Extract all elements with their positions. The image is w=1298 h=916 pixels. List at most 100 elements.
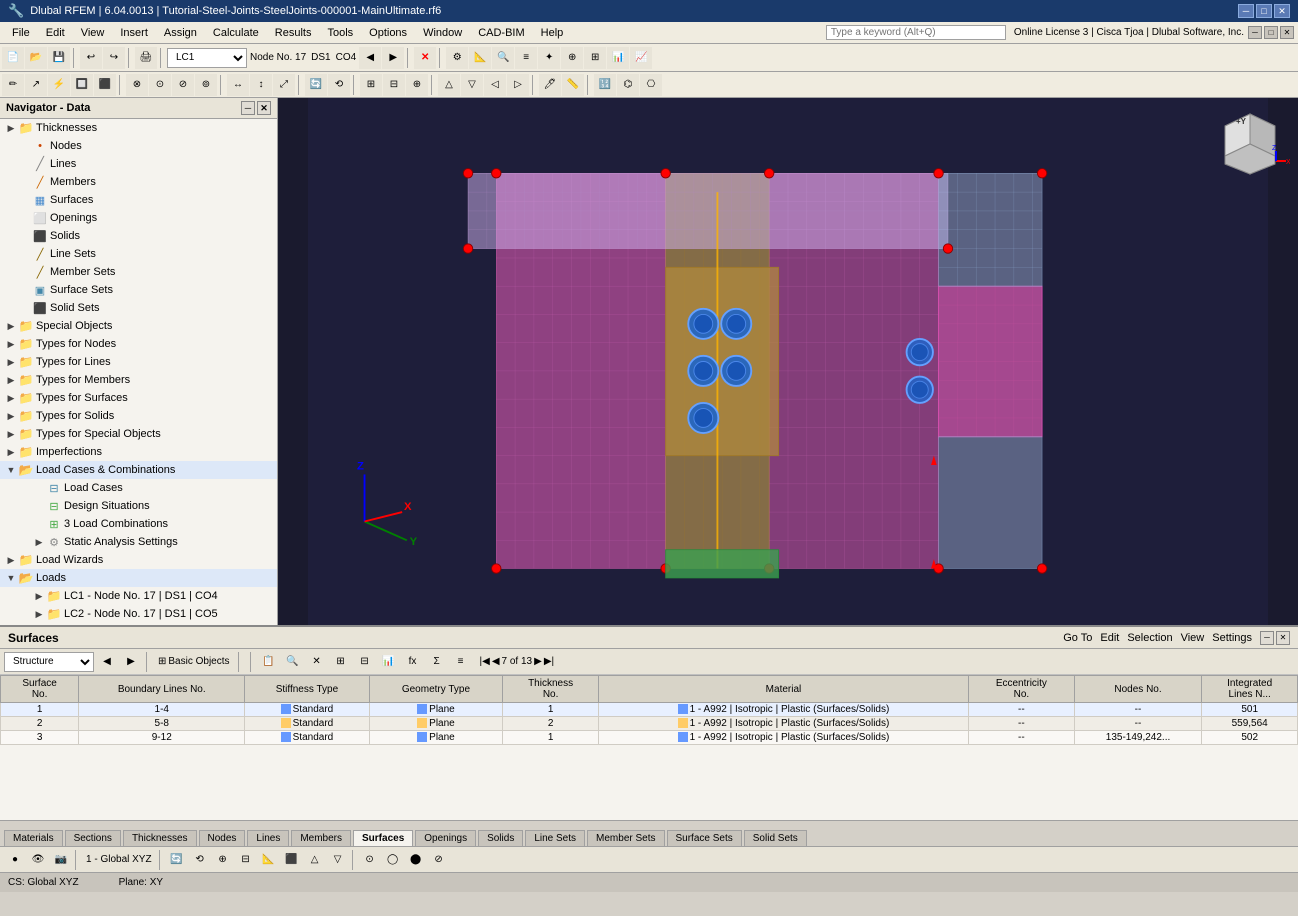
bt-icon2[interactable]: 👁 bbox=[27, 849, 49, 871]
nav-close[interactable]: ✕ bbox=[257, 101, 271, 115]
maximize-button[interactable]: □ bbox=[1256, 4, 1272, 18]
page-prev-btn[interactable]: ◀ bbox=[492, 656, 500, 667]
structure-dropdown[interactable]: Structure bbox=[4, 652, 94, 672]
tb2-btn23[interactable]: 📏 bbox=[562, 74, 584, 96]
tb-btn3[interactable]: 🔍 bbox=[492, 47, 514, 69]
tab-surfaces[interactable]: Surfaces bbox=[353, 830, 413, 846]
table-btn9[interactable]: ≡ bbox=[450, 651, 472, 673]
tree-item-types-solids[interactable]: ▶ 📁 Types for Solids bbox=[0, 407, 277, 425]
bt-btn12[interactable]: ⊘ bbox=[428, 849, 450, 871]
menubar-results[interactable]: Results bbox=[267, 25, 320, 41]
page-next-btn[interactable]: ▶ bbox=[534, 656, 542, 667]
tree-item-nodes[interactable]: • Nodes bbox=[0, 137, 277, 155]
table-btn3[interactable]: ✕ bbox=[306, 651, 328, 673]
page-first-btn[interactable]: |◀ bbox=[480, 656, 490, 667]
tb2-btn3[interactable]: ⚡ bbox=[48, 74, 70, 96]
tab-line-sets[interactable]: Line Sets bbox=[525, 830, 585, 846]
tb2-btn6[interactable]: ⊗ bbox=[126, 74, 148, 96]
tb-btn9[interactable]: 📈 bbox=[630, 47, 652, 69]
tab-solids[interactable]: Solids bbox=[478, 830, 523, 846]
menubar-options[interactable]: Options bbox=[361, 25, 415, 41]
tree-item-lc2[interactable]: ▶ 📁 LC2 - Node No. 17 | DS1 | CO5 bbox=[0, 605, 277, 623]
tab-openings[interactable]: Openings bbox=[415, 830, 476, 846]
tb2-btn2[interactable]: ↗ bbox=[25, 74, 47, 96]
close-button[interactable]: ✕ bbox=[1274, 4, 1290, 18]
tab-solid-sets[interactable]: Solid Sets bbox=[744, 830, 807, 846]
next-btn[interactable]: ▶ bbox=[120, 651, 142, 673]
cube-navigator[interactable]: +Y X Z bbox=[1210, 106, 1290, 186]
menubar-view[interactable]: View bbox=[73, 25, 113, 41]
tb-btn4[interactable]: ≡ bbox=[515, 47, 537, 69]
tb-btn8[interactable]: 📊 bbox=[607, 47, 629, 69]
tree-item-surface-sets[interactable]: ▣ Surface Sets bbox=[0, 281, 277, 299]
table-btn4[interactable]: ⊞ bbox=[330, 651, 352, 673]
tree-item-members[interactable]: ╱ Members bbox=[0, 173, 277, 191]
bt-btn2[interactable]: ⟲ bbox=[189, 849, 211, 871]
tab-nodes[interactable]: Nodes bbox=[199, 830, 246, 846]
surfaces-view[interactable]: View bbox=[1181, 632, 1205, 644]
tb-open[interactable]: 📂 bbox=[25, 47, 47, 69]
tb-btn1[interactable]: ⚙ bbox=[446, 47, 468, 69]
window-sub-close[interactable]: ✕ bbox=[1280, 26, 1294, 39]
tree-item-types-nodes[interactable]: ▶ 📁 Types for Nodes bbox=[0, 335, 277, 353]
tree-item-load-cases-combo[interactable]: ▼ 📂 Load Cases & Combinations bbox=[0, 461, 277, 479]
bt-btn7[interactable]: △ bbox=[304, 849, 326, 871]
tree-item-types-members[interactable]: ▶ 📁 Types for Members bbox=[0, 371, 277, 389]
tb-undo[interactable]: ↩ bbox=[80, 47, 102, 69]
tree-item-thicknesses[interactable]: ▶ 📁 Thicknesses bbox=[0, 119, 277, 137]
tree-item-loads[interactable]: ▼ 📂 Loads bbox=[0, 569, 277, 587]
table-btn6[interactable]: 📊 bbox=[378, 651, 400, 673]
table-btn2[interactable]: 🔍 bbox=[282, 651, 304, 673]
tb2-btn4[interactable]: 🔲 bbox=[71, 74, 93, 96]
tree-item-lines[interactable]: ╱ Lines bbox=[0, 155, 277, 173]
panel-minimize[interactable]: ─ bbox=[1260, 631, 1274, 645]
viewport-3d[interactable]: Z Y X +Y bbox=[278, 98, 1298, 625]
bt-btn4[interactable]: ⊟ bbox=[235, 849, 257, 871]
surfaces-edit[interactable]: Edit bbox=[1100, 632, 1119, 644]
tb-btn2[interactable]: 📐 bbox=[469, 47, 491, 69]
table-btn1[interactable]: 📋 bbox=[258, 651, 280, 673]
tb2-btn5[interactable]: ⬛ bbox=[94, 74, 116, 96]
bt-btn10[interactable]: ◯ bbox=[382, 849, 404, 871]
page-last-btn[interactable]: ▶| bbox=[544, 656, 554, 667]
window-sub-min[interactable]: ─ bbox=[1248, 26, 1262, 39]
bt-btn6[interactable]: ⬛ bbox=[281, 849, 303, 871]
tb-btn6[interactable]: ⊕ bbox=[561, 47, 583, 69]
tb2-btn7[interactable]: ⊙ bbox=[149, 74, 171, 96]
bt-btn9[interactable]: ⊙ bbox=[359, 849, 381, 871]
tb2-btn25[interactable]: ⌬ bbox=[617, 74, 639, 96]
tb2-btn12[interactable]: ⤢ bbox=[273, 74, 295, 96]
bt-btn8[interactable]: ▽ bbox=[327, 849, 349, 871]
tab-lines[interactable]: Lines bbox=[247, 830, 289, 846]
window-sub-max[interactable]: □ bbox=[1264, 26, 1278, 39]
tree-item-member-sets[interactable]: ╱ Member Sets bbox=[0, 263, 277, 281]
surfaces-settings[interactable]: Settings bbox=[1212, 632, 1252, 644]
table-btn7[interactable]: fx bbox=[402, 651, 424, 673]
menubar-window[interactable]: Window bbox=[415, 25, 470, 41]
tab-materials[interactable]: Materials bbox=[4, 830, 63, 846]
prev-btn[interactable]: ◀ bbox=[96, 651, 118, 673]
menubar-tools[interactable]: Tools bbox=[319, 25, 361, 41]
bt-btn11[interactable]: ⬤ bbox=[405, 849, 427, 871]
tb-print[interactable]: 🖨 bbox=[135, 47, 157, 69]
menubar-file[interactable]: File bbox=[4, 25, 38, 41]
tab-member-sets[interactable]: Member Sets bbox=[587, 830, 664, 846]
tb2-btn14[interactable]: ⟲ bbox=[328, 74, 350, 96]
panel-close[interactable]: ✕ bbox=[1276, 631, 1290, 645]
surfaces-selection[interactable]: Selection bbox=[1127, 632, 1172, 644]
tb2-btn26[interactable]: ⎔ bbox=[640, 74, 662, 96]
table-btn8[interactable]: Σ bbox=[426, 651, 448, 673]
tree-item-surfaces[interactable]: ▦ Surfaces bbox=[0, 191, 277, 209]
tb2-btn8[interactable]: ⊘ bbox=[172, 74, 194, 96]
tree-item-load-cases[interactable]: ⊟ Load Cases bbox=[0, 479, 277, 497]
tb2-btn19[interactable]: ▽ bbox=[461, 74, 483, 96]
search-input[interactable] bbox=[826, 25, 1006, 40]
tb2-btn10[interactable]: ↔ bbox=[227, 74, 249, 96]
bt-btn3[interactable]: ⊕ bbox=[212, 849, 234, 871]
tree-item-types-special[interactable]: ▶ 📁 Types for Special Objects bbox=[0, 425, 277, 443]
tab-thicknesses[interactable]: Thicknesses bbox=[123, 830, 197, 846]
tb-redo[interactable]: ↪ bbox=[103, 47, 125, 69]
tree-item-load-combinations[interactable]: ⊞ 3 Load Combinations bbox=[0, 515, 277, 533]
tab-surface-sets[interactable]: Surface Sets bbox=[667, 830, 742, 846]
surfaces-goto[interactable]: Go To bbox=[1063, 632, 1092, 644]
